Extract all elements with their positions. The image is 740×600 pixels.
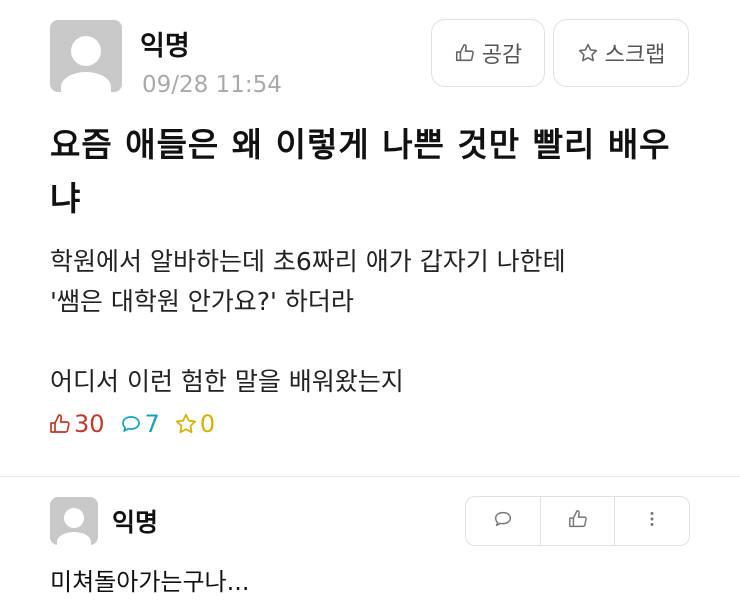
post-author: 익명 xyxy=(140,31,190,62)
thumbs-up-icon xyxy=(567,508,589,534)
scrap-button-label: 스크랩 xyxy=(604,43,666,68)
like-button[interactable]: 공감 xyxy=(431,19,545,87)
comment-count-value: 7 xyxy=(144,410,160,438)
thumbs-up-icon xyxy=(48,412,72,436)
comment-actions xyxy=(465,496,690,546)
post-stats: 30 7 0 xyxy=(48,410,229,438)
body-line: 학원에서 알바하는데 초6짜리 애가 갑자기 나한테 xyxy=(50,247,566,276)
divider xyxy=(0,476,740,477)
body-line: '쌤은 대학원 안가요?' 하더라 xyxy=(50,287,354,316)
body-line: 어디서 이런 험한 말을 배워왔는지 xyxy=(50,367,404,396)
post-page: 익명 09/28 11:54 공감 스크랩 요즘 애들은 왜 이렇게 나쁜 것만… xyxy=(0,0,740,600)
scrap-count-value: 0 xyxy=(199,410,216,438)
reply-button[interactable] xyxy=(466,497,541,545)
post-title: 요즘 애들은 왜 이렇게 나쁜 것만 빨리 배우냐 xyxy=(50,125,671,218)
like-count: 30 xyxy=(48,410,105,438)
star-icon xyxy=(577,42,599,64)
like-button-label: 공감 xyxy=(481,43,523,68)
comment-author: 익명 xyxy=(112,508,159,537)
speech-bubble-icon xyxy=(119,412,143,436)
comment-more-button[interactable] xyxy=(615,497,689,545)
like-count-value: 30 xyxy=(74,410,105,438)
post-datetime: 09/28 11:54 xyxy=(142,72,282,98)
comment-count: 7 xyxy=(119,410,160,438)
thumbs-up-icon xyxy=(454,42,476,64)
comment-author-avatar xyxy=(50,497,98,545)
more-vertical-icon xyxy=(641,508,663,534)
reply-icon xyxy=(492,508,514,534)
post-body: 학원에서 알바하는데 초6짜리 애가 갑자기 나한테 '쌤은 대학원 안가요?'… xyxy=(50,242,700,402)
author-avatar xyxy=(50,20,122,92)
scrap-button[interactable]: 스크랩 xyxy=(553,19,689,87)
star-icon xyxy=(174,412,198,436)
comment-text: 미쳐돌아가는구나... xyxy=(50,568,250,596)
comment-like-button[interactable] xyxy=(541,497,616,545)
scrap-count: 0 xyxy=(174,410,215,438)
